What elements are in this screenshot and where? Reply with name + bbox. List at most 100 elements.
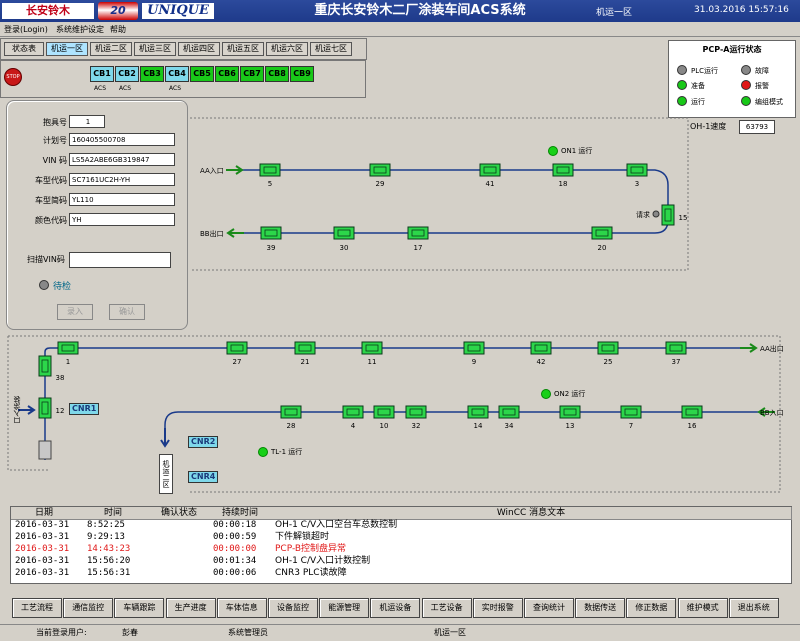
carrier[interactable]: 14 — [467, 405, 489, 430]
cell-text: 下件解锁超时 — [275, 532, 330, 542]
nav-button-14[interactable]: 维护模式 — [677, 598, 728, 618]
table-row[interactable]: 2016-03-31 14:43:23 00:00:00 PCP-B控制盘异常 — [11, 544, 791, 555]
carrier[interactable]: 10 — [373, 405, 395, 430]
carrier-body — [665, 341, 687, 355]
on1-status-led — [548, 146, 558, 156]
carrier-label: 39 — [267, 244, 276, 252]
cell-dur: 00:00:59 — [213, 532, 257, 542]
cnr2-badge[interactable]: CNR2 — [188, 436, 219, 448]
table-row[interactable]: 2016-03-31 9:29:13 00:00:59 下件解锁超时 — [11, 532, 791, 543]
carrier[interactable]: 21 — [294, 341, 316, 366]
carrier[interactable]: 32 — [405, 405, 427, 430]
nav-button-10[interactable]: 实时报警 — [472, 598, 523, 618]
cell-time: 14:43:23 — [87, 544, 131, 554]
carrier[interactable]: 42 — [530, 341, 552, 366]
carrier[interactable]: 11 — [361, 341, 383, 366]
nav-button-12[interactable]: 数据传送 — [575, 598, 626, 618]
request-led — [652, 210, 660, 218]
carrier[interactable]: 17 — [407, 226, 429, 252]
col-duration: 持续时间 — [209, 507, 272, 520]
cell-dur: 00:00:00 — [213, 544, 257, 554]
down-arrow — [160, 428, 170, 448]
carrier-label: 4 — [351, 422, 356, 430]
nav-button-9[interactable]: 工艺设备 — [421, 598, 472, 618]
carrier-body — [479, 163, 501, 177]
carrier-body — [463, 341, 485, 355]
carrier[interactable]: 38 — [38, 355, 64, 382]
cell-dur: 00:01:34 — [213, 556, 257, 566]
nav-button-2[interactable]: 通信监控 — [63, 598, 114, 618]
carrier-body — [405, 405, 427, 419]
bb-out-arrow — [226, 228, 244, 238]
carrier-label: 32 — [412, 422, 421, 430]
nav-button-3[interactable]: 车辆跟踪 — [114, 598, 165, 618]
carrier[interactable]: 27 — [226, 341, 248, 366]
carrier[interactable]: 37 — [665, 341, 687, 366]
on2-status-label: ON2 运行 — [554, 390, 586, 398]
table-row[interactable]: 2016-03-31 15:56:31 00:00:06 CNR3 PLC读故障 — [11, 568, 791, 579]
request-label: 请求 — [636, 211, 650, 219]
col-text: WinCC 消息文本 — [271, 507, 792, 520]
aa-out-label: AA出口 — [760, 345, 784, 353]
wincc-message-table[interactable]: 日期 时间 确认状态 持续时间 WinCC 消息文本 2016-03-31 8:5… — [10, 506, 792, 584]
carrier-label: 34 — [505, 422, 514, 430]
status-area: 机运一区 — [434, 628, 466, 637]
carrier[interactable]: 28 — [280, 405, 302, 430]
carrier[interactable]: 13 — [559, 405, 581, 430]
carrier-body — [38, 397, 52, 419]
table-row[interactable]: 2016-03-31 15:56:20 00:01:34 OH-1 C/V入口计数控制 — [11, 556, 791, 567]
cell-text: PCP-B控制盘异常 — [275, 544, 347, 554]
carrier-body — [294, 341, 316, 355]
current-user: 彭春 — [122, 628, 138, 637]
carrier[interactable]: 34 — [498, 405, 520, 430]
carrier-body — [369, 163, 391, 177]
carrier[interactable]: 29 — [369, 163, 391, 188]
carrier[interactable]: 12 — [38, 397, 64, 419]
carrier-label: 7 — [629, 422, 633, 430]
carrier[interactable]: 18 — [552, 163, 574, 188]
nav-button-7[interactable]: 能源管理 — [319, 598, 370, 618]
col-time: 时间 — [77, 507, 150, 520]
nav-button-8[interactable]: 机运设备 — [370, 598, 421, 618]
cnr4-badge[interactable]: CNR4 — [188, 471, 219, 483]
carrier-label: 16 — [688, 422, 697, 430]
third-conveyor-line — [44, 347, 745, 353]
carrier[interactable]: 39 — [260, 226, 282, 252]
carrier[interactable]: 7 — [620, 405, 642, 430]
carrier-label: 41 — [486, 180, 495, 188]
carrier[interactable]: 3 — [626, 163, 648, 188]
carrier[interactable]: 41 — [479, 163, 501, 188]
nav-button-13[interactable]: 修正数据 — [626, 598, 677, 618]
carrier[interactable]: 25 — [597, 341, 619, 366]
carrier[interactable]: 30 — [333, 226, 355, 252]
carrier-body — [57, 341, 79, 355]
carrier[interactable]: 1 — [57, 341, 79, 366]
nav-button-15[interactable]: 退出系统 — [728, 598, 779, 618]
carrier[interactable]: 4 — [342, 405, 364, 430]
carrier[interactable]: 15 — [661, 204, 687, 226]
carrier-body — [661, 204, 675, 226]
col-ack: 确认状态 — [149, 507, 210, 520]
table-row[interactable]: 2016-03-31 8:52:25 00:00:18 OH-1 C/V入口空台车总数… — [11, 520, 791, 531]
cell-time: 15:56:31 — [87, 568, 131, 578]
carrier-body — [559, 405, 581, 419]
nav-button-4[interactable]: 生产进度 — [165, 598, 216, 618]
carrier-body — [597, 341, 619, 355]
nav-button-11[interactable]: 查询统计 — [524, 598, 574, 618]
cell-date: 2016-03-31 — [15, 532, 70, 542]
cell-text: CNR3 PLC读故障 — [275, 568, 347, 578]
carrier[interactable]: 20 — [591, 226, 613, 252]
cell-time: 15:56:20 — [87, 556, 131, 566]
nav-button-5[interactable]: 车体信息 — [216, 598, 267, 618]
status-bar: 当前登录用户: 彭春 系统管理员 机运一区 — [0, 624, 800, 641]
carrier[interactable]: 9 — [463, 341, 485, 366]
cell-dur: 00:00:18 — [213, 520, 257, 530]
carrier[interactable]: 5 — [259, 163, 281, 188]
nav-button-6[interactable]: 设备监控 — [268, 598, 318, 618]
carrier-label: 10 — [380, 422, 389, 430]
carrier-label: 3 — [635, 180, 639, 188]
nav-button-1[interactable]: 工艺流程 — [12, 598, 62, 618]
carrier[interactable]: 16 — [681, 405, 703, 430]
cnr1-badge[interactable]: CNR1 — [69, 403, 100, 415]
col-date: 日期 — [11, 507, 78, 520]
